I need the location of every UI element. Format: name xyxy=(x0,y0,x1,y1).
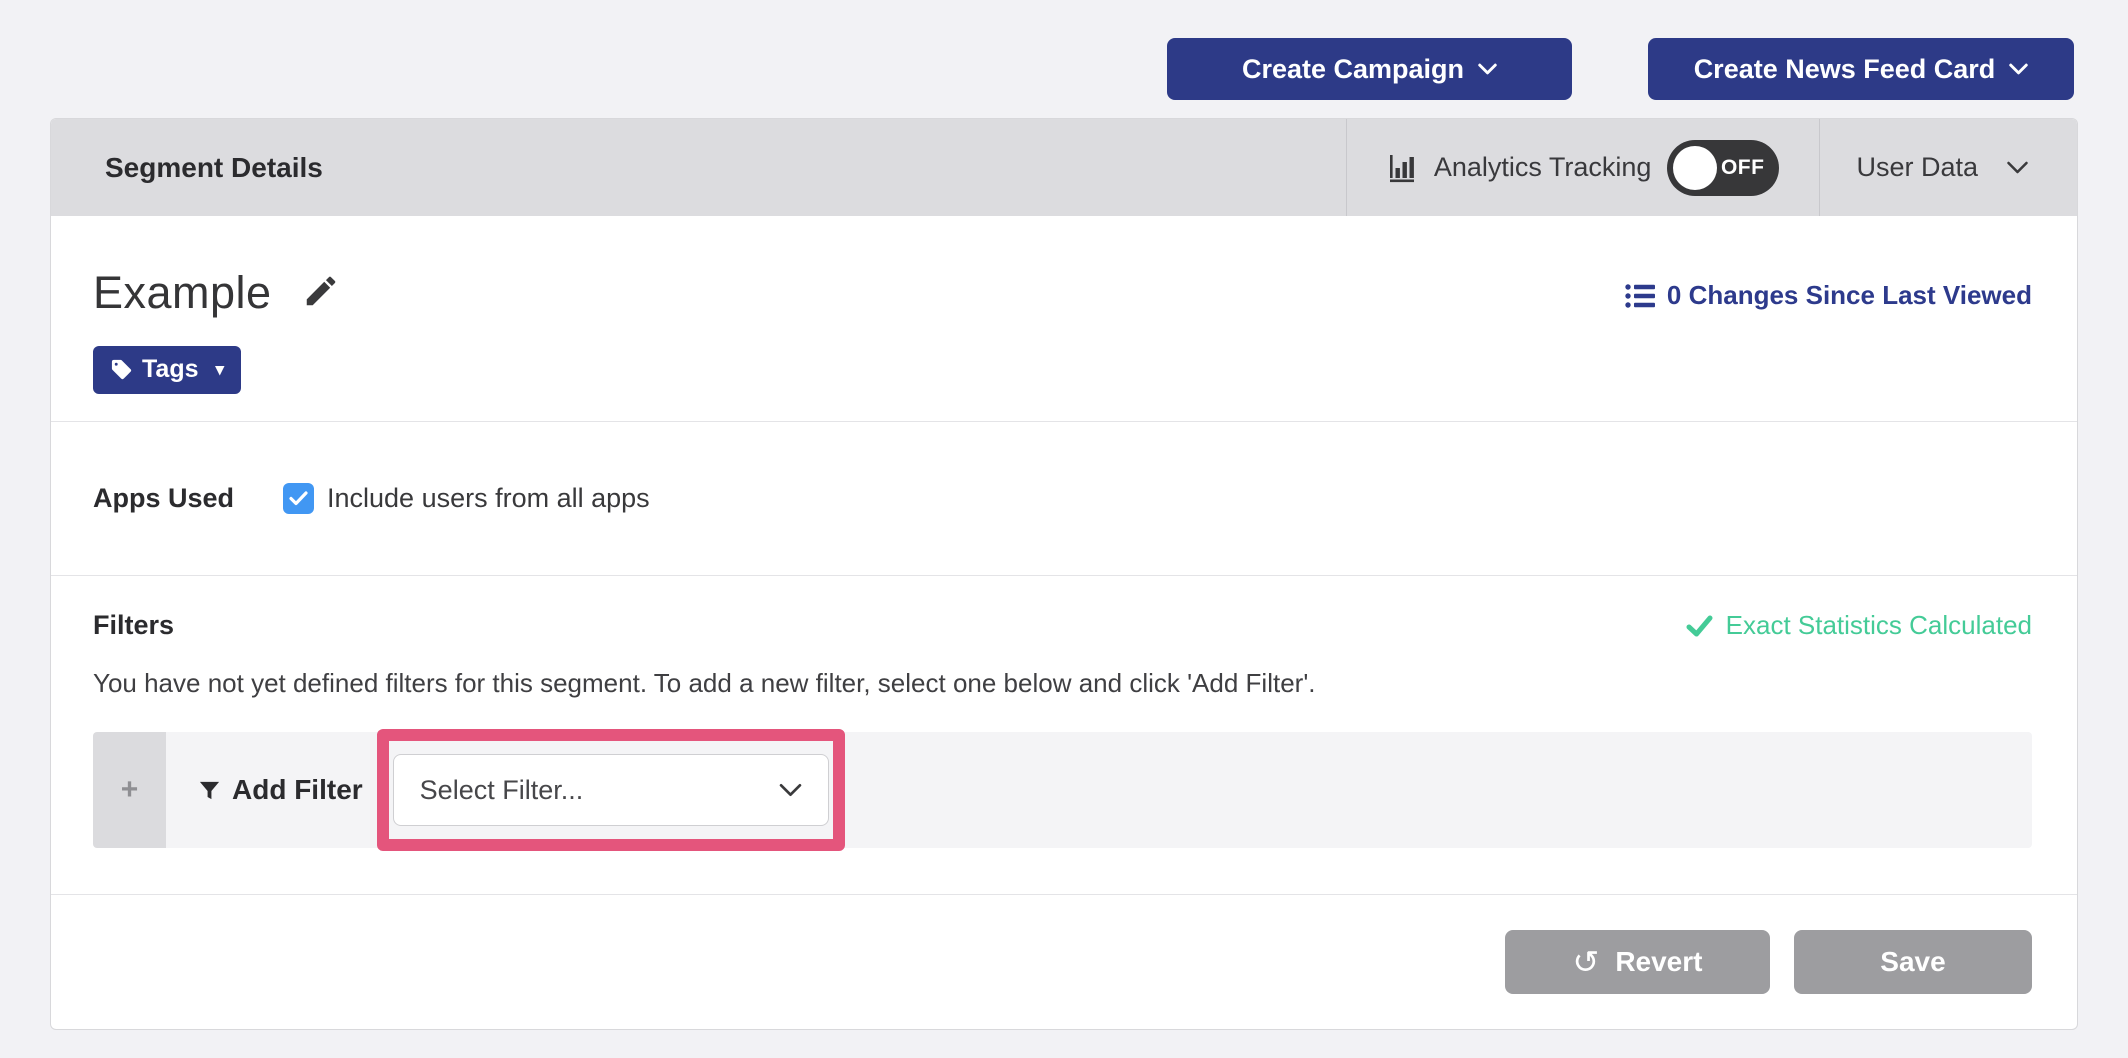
include-all-apps-checkbox[interactable] xyxy=(283,483,314,514)
tags-button-label: Tags xyxy=(142,355,199,384)
analytics-tracking-toggle[interactable]: OFF xyxy=(1667,140,1779,196)
include-all-apps-label: Include users from all apps xyxy=(327,483,650,514)
revert-button[interactable]: ↺ Revert xyxy=(1505,930,1770,994)
add-filter-row-body: Add Filter Select Filter... xyxy=(166,732,2032,848)
analytics-tracking-label: Analytics Tracking xyxy=(1434,152,1652,183)
segment-details-panel: Segment Details Analytics Tracking OFF U… xyxy=(50,118,2078,1030)
save-button-label: Save xyxy=(1880,946,1945,978)
apps-used-label: Apps Used xyxy=(93,483,283,514)
select-filter-value: Select Filter... xyxy=(420,775,584,806)
revert-icon: ↺ xyxy=(1573,946,1600,978)
annotation-highlight-box: Select Filter... xyxy=(377,729,845,851)
edit-name-button[interactable] xyxy=(302,272,340,310)
user-data-label: User Data xyxy=(1856,152,1978,183)
filters-section: Filters Exact Statistics Calculated You … xyxy=(51,575,2077,894)
exact-statistics-label: Exact Statistics Calculated xyxy=(1726,610,2032,641)
create-campaign-label: Create Campaign xyxy=(1242,54,1464,85)
changes-since-last-viewed-link[interactable]: 0 Changes Since Last Viewed xyxy=(1625,280,2032,311)
pencil-icon xyxy=(302,272,340,310)
exact-statistics-status: Exact Statistics Calculated xyxy=(1686,610,2032,641)
revert-button-label: Revert xyxy=(1615,946,1702,978)
changes-link-label: 0 Changes Since Last Viewed xyxy=(1667,280,2032,311)
create-news-feed-card-button[interactable]: Create News Feed Card xyxy=(1648,38,2074,100)
user-data-dropdown[interactable]: User Data xyxy=(1819,119,2077,216)
chevron-down-icon xyxy=(779,783,802,797)
apps-used-section: Apps Used Include users from all apps xyxy=(51,421,2077,575)
list-icon xyxy=(1625,283,1655,309)
chevron-down-icon xyxy=(1478,63,1497,75)
bar-chart-icon xyxy=(1387,152,1418,183)
panel-header: Segment Details Analytics Tracking OFF U… xyxy=(51,119,2077,216)
filters-heading: Filters xyxy=(93,610,174,641)
page-title: Segment Details xyxy=(105,152,323,184)
check-icon xyxy=(1686,615,1713,637)
filters-description: You have not yet defined filters for thi… xyxy=(93,668,2032,699)
toggle-state-label: OFF xyxy=(1721,156,1765,180)
create-news-feed-card-label: Create News Feed Card xyxy=(1694,54,1996,85)
toggle-knob xyxy=(1673,146,1717,190)
add-filter-label-group: Add Filter xyxy=(198,774,363,806)
funnel-icon xyxy=(198,779,221,802)
panel-footer: ↺ Revert Save xyxy=(51,894,2077,1029)
save-button[interactable]: Save xyxy=(1794,930,2032,994)
add-filter-plus-button[interactable]: + xyxy=(93,732,166,848)
chevron-down-icon xyxy=(2009,63,2028,75)
segment-title-section: Example 0 Changes Since Last Viewed xyxy=(51,216,2077,421)
create-campaign-button[interactable]: Create Campaign xyxy=(1167,38,1572,100)
segment-name: Example xyxy=(93,268,272,318)
add-filter-label: Add Filter xyxy=(232,774,363,806)
select-filter-dropdown[interactable]: Select Filter... xyxy=(393,754,829,826)
analytics-tracking-group: Analytics Tracking OFF xyxy=(1346,119,1820,216)
chevron-down-icon xyxy=(2006,161,2029,174)
check-icon xyxy=(289,491,308,506)
add-filter-row: + Add Filter Select Filter... xyxy=(93,732,2032,848)
tags-button[interactable]: Tags ▾ xyxy=(93,346,241,394)
tag-icon xyxy=(110,358,133,381)
caret-down-icon: ▾ xyxy=(216,360,225,380)
